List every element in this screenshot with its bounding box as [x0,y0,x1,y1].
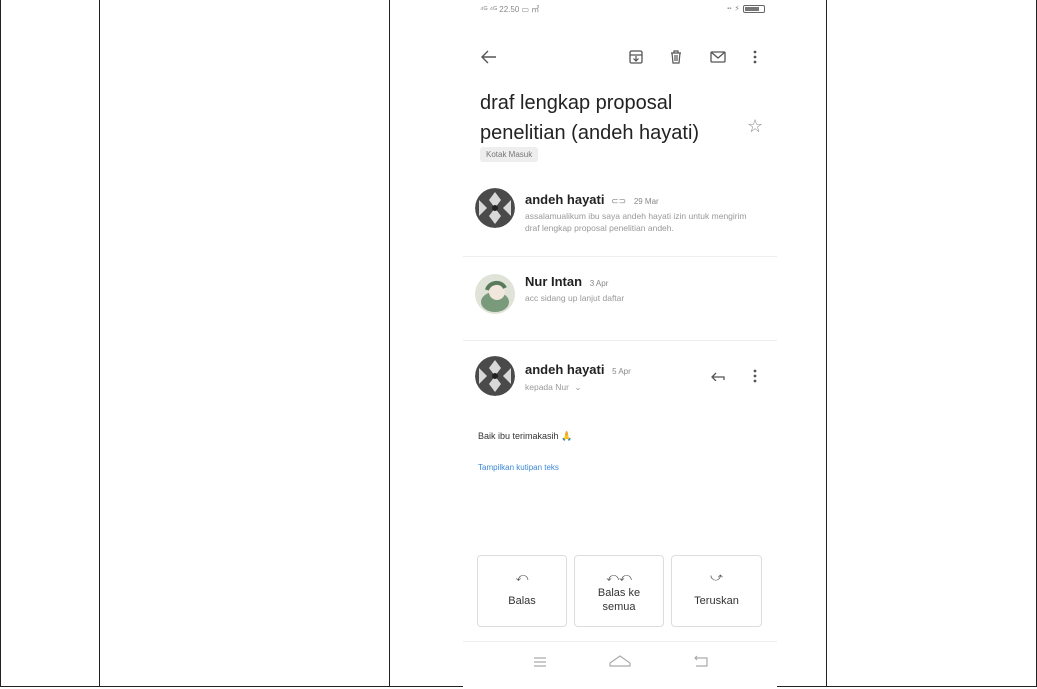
show-quoted-text-link[interactable]: Tampilkan kutipan teks [478,463,559,472]
reply-button[interactable] [708,366,728,386]
divider [463,340,777,341]
charging-icon: ⚡ [734,4,740,13]
mail-icon [710,51,726,63]
divider [463,256,777,257]
message-body: Baik ibu terimakasih 🙏 [478,431,573,441]
forward-label: Teruskan [694,595,739,607]
attachment-icon: ⊂⊃ [611,196,627,206]
reply-icon: ⤺ [515,570,529,584]
system-nav-bar [463,641,777,689]
back-icon[interactable] [694,654,708,672]
more-vertical-icon [753,50,757,64]
label-chip[interactable]: Kotak Masuk [480,147,539,162]
reply-icon [711,372,725,381]
avatar [475,356,515,396]
reply-all-action-button[interactable]: ⤺⤺ Balas ke semua [574,555,664,627]
avatar [475,274,515,314]
phone-screen: ⁴ᴳ ⁴ᴳ 22.50 ▭ ㎡ ▪▪ ⚡ draf lengkap propos… [463,0,777,688]
reply-all-icon: ⤺⤺ [606,570,632,584]
status-left: ⁴ᴳ ⁴ᴳ 22.50 ▭ ㎡ [480,5,540,14]
home-icon[interactable] [609,654,631,672]
table-cell-2 [100,0,390,687]
table-cell-4 [827,0,1037,687]
subject-line-1: draf lengkap proposal [480,92,673,114]
message-more-button[interactable] [749,366,761,386]
sender-name: Nur Intan 3 Apr [525,274,609,289]
arrow-left-icon [481,50,496,64]
message-date: 3 Apr [589,279,609,288]
message-date: 5 Apr [612,367,631,376]
sender-name: andeh hayati 5 Apr [525,362,631,377]
table-cell-1 [0,0,100,687]
message-snippet: assalamualikum ibu saya andeh hayati izi… [525,211,747,233]
more-vertical-icon [753,369,757,383]
message-date: 29 Mar [633,197,659,206]
chevron-down-icon: ⌄ [574,382,582,392]
delete-button[interactable] [666,47,686,67]
email-subject: draf lengkap proposal penelitian (andeh … [480,88,735,148]
status-right: ▪▪ ⚡ [727,4,765,13]
star-icon[interactable]: ☆ [747,116,763,137]
forward-icon: ⤻ [710,570,723,584]
trash-icon [671,50,681,64]
back-button[interactable] [479,47,499,67]
forward-action-button[interactable]: ⤻ Teruskan [671,555,762,627]
subject-line-2: penelitian (andeh hayati) [480,122,700,144]
reply-label: Balas [508,595,536,607]
battery-icon [743,4,765,13]
more-button[interactable] [747,47,763,67]
signal-icon: ▪▪ [727,5,732,12]
menu-icon[interactable] [533,654,547,672]
archive-button[interactable] [626,47,646,67]
status-bar: ⁴ᴳ ⁴ᴳ 22.50 ▭ ㎡ ▪▪ ⚡ [480,4,765,18]
recipient-label: kepada Nur [525,382,569,392]
avatar [475,188,515,228]
reply-action-button[interactable]: ⤺ Balas [477,555,567,627]
message-snippet: acc sidang up lanjut daftar [525,293,625,303]
message-item[interactable]: Nur Intan 3 Apr acc sidang up lanjut daf… [463,262,777,340]
recipient-toggle[interactable]: kepada Nur ⌄ [525,382,581,393]
archive-icon [629,50,643,64]
mark-unread-button[interactable] [707,47,729,67]
sender-name: andeh hayati ⊂⊃ 29 Mar [525,192,659,207]
message-item[interactable]: andeh hayati ⊂⊃ 29 Mar assalamualikum ib… [463,180,777,256]
reply-all-label: Balas ke semua [597,587,641,613]
